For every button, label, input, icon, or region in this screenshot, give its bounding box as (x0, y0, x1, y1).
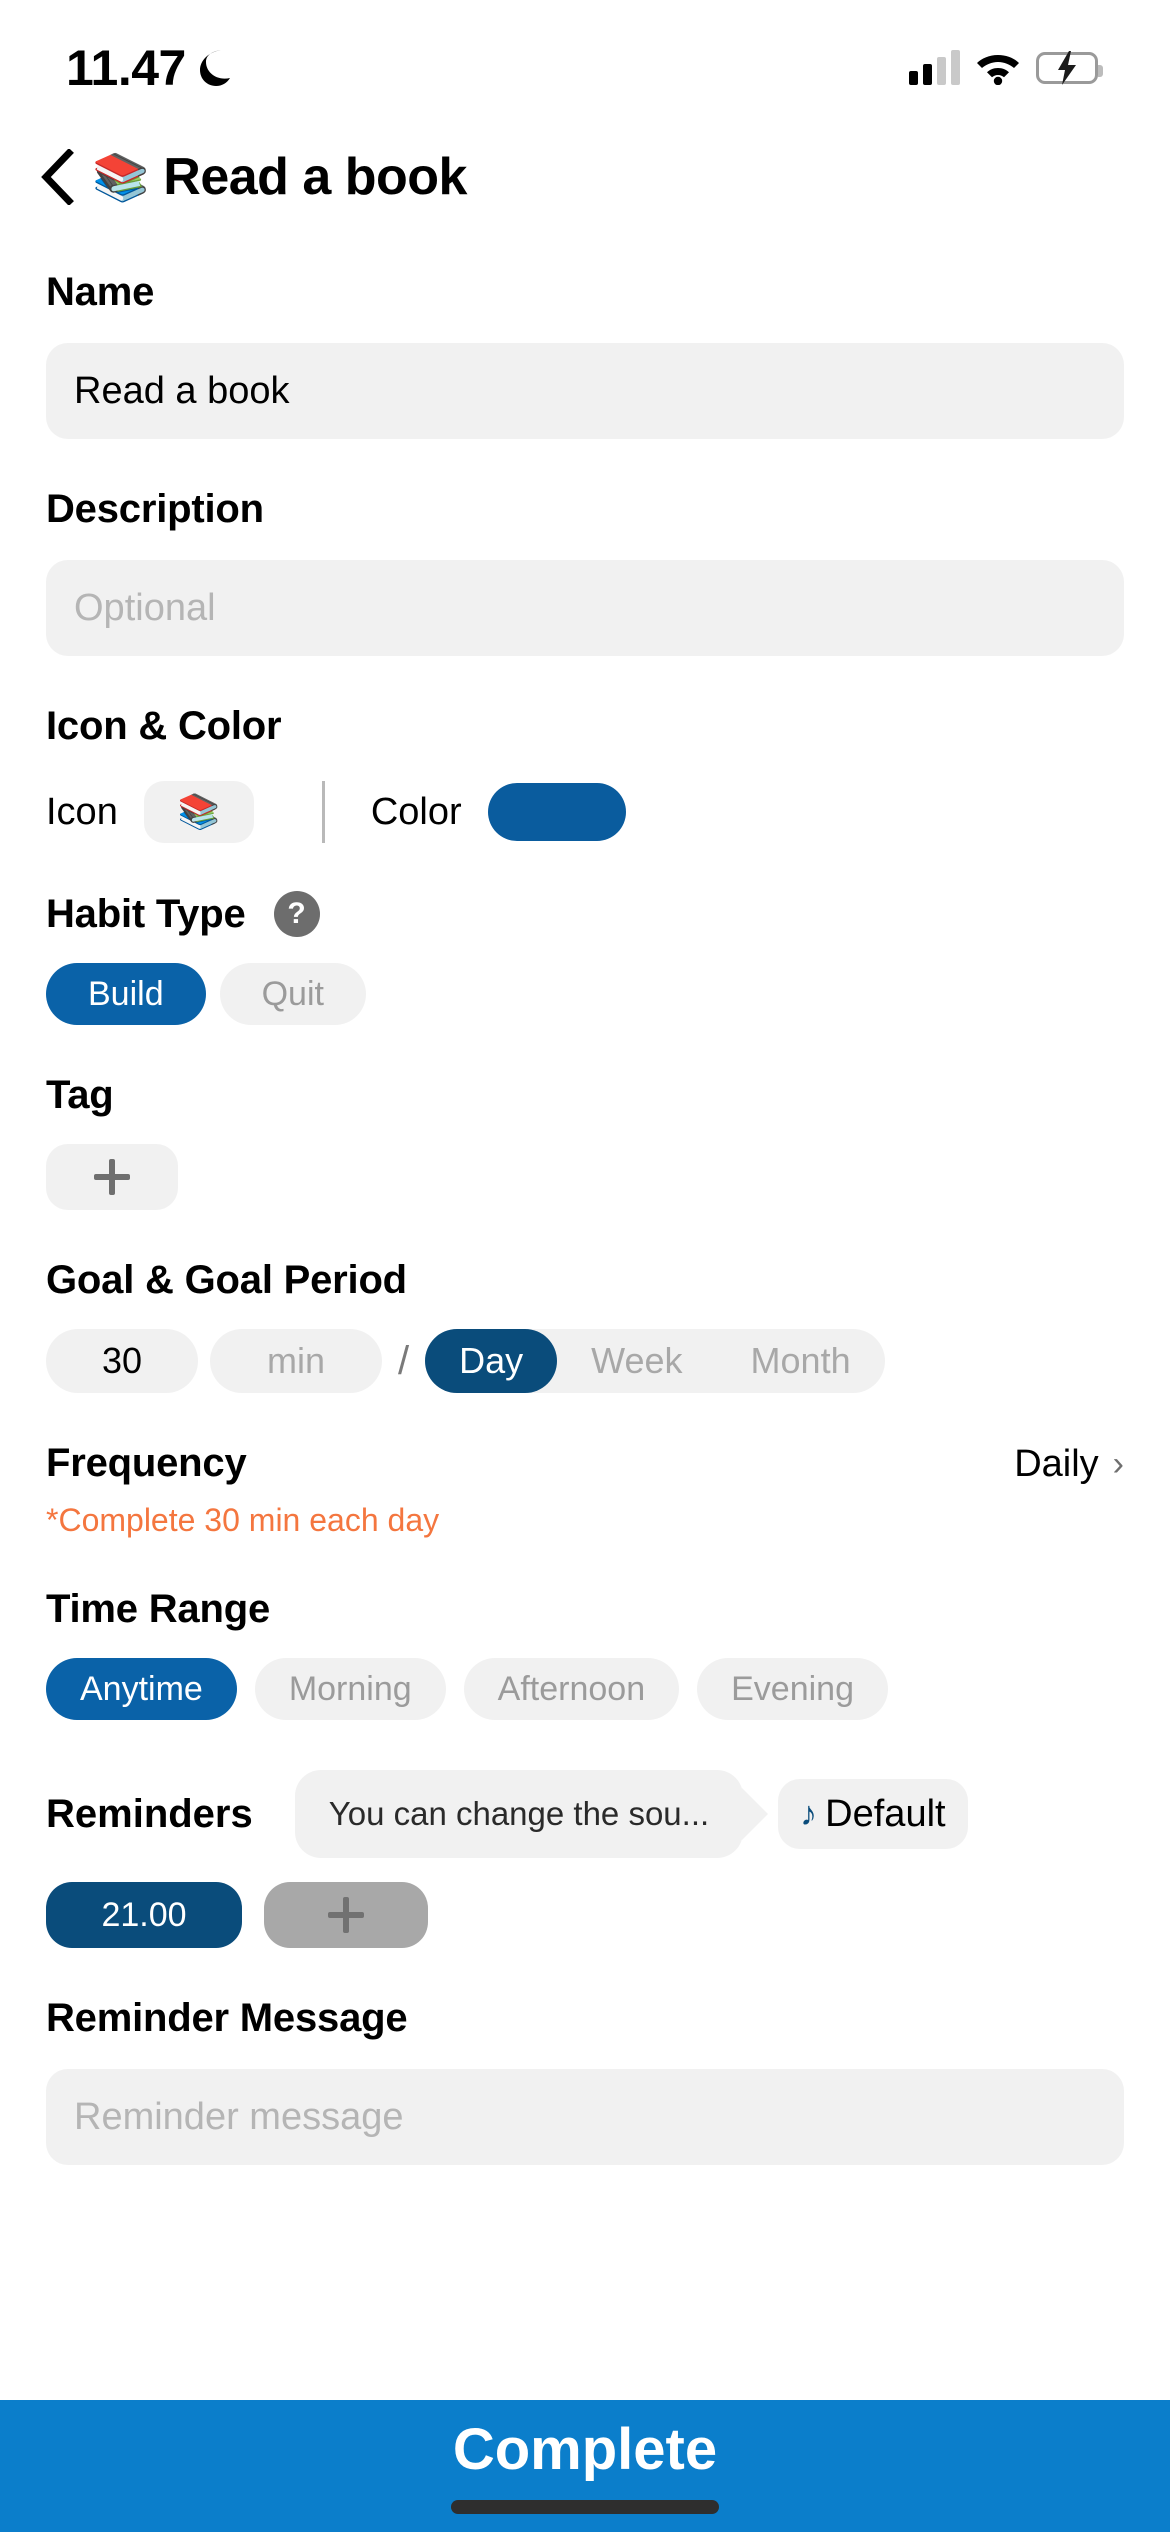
icon-color-row: Icon 📚 Color (46, 781, 1124, 843)
add-tag-button[interactable] (46, 1144, 178, 1210)
goal-row: 30 min / Day Week Month (46, 1329, 1124, 1393)
reminder-sound-tooltip-group: You can change the sou... (294, 1770, 769, 1858)
wifi-icon (977, 55, 1019, 85)
frequency-hint: *Complete 30 min each day (46, 1502, 440, 1538)
reminder-sound-button[interactable]: ♪ Default (778, 1779, 968, 1849)
form-content: Name Read a book Description Optional Ic… (0, 270, 1170, 2165)
goal-period-segmented-control: Day Week Month (425, 1329, 885, 1393)
goal-period-month-option[interactable]: Month (717, 1329, 885, 1393)
status-time: 11.47 (66, 40, 186, 96)
reminder-message-label: Reminder Message (46, 1996, 408, 2040)
time-range-anytime-option[interactable]: Anytime (46, 1658, 237, 1720)
time-range-evening-option[interactable]: Evening (697, 1658, 888, 1720)
reminder-sound-value: Default (825, 1792, 946, 1835)
icon-picker-button[interactable]: 📚 (143, 781, 254, 843)
tag-label: Tag (46, 1073, 114, 1117)
frequency-row[interactable]: Frequency Daily › (46, 1441, 1124, 1486)
goal-unit-select[interactable]: min (210, 1329, 382, 1393)
add-reminder-button[interactable] (264, 1882, 428, 1948)
status-bar-right (909, 50, 1103, 85)
goal-separator: / (398, 1338, 410, 1383)
icon-color-label: Icon & Color (46, 704, 282, 748)
goal-period-day-option[interactable]: Day (425, 1329, 558, 1393)
tooltip-arrow-icon (742, 1788, 769, 1840)
status-bar-left: 11.47 (66, 39, 232, 97)
page-title: Read a book (163, 148, 467, 206)
color-field-label: Color (370, 790, 462, 833)
complete-button-label: Complete (452, 2417, 718, 2482)
habit-type-header: Habit Type ? (46, 891, 1124, 937)
goal-amount-input[interactable]: 30 (46, 1329, 198, 1393)
status-bar: 11.47 (0, 0, 1170, 118)
chevron-right-icon: › (1112, 1445, 1124, 1483)
habit-type-build-button[interactable]: Build (46, 963, 206, 1025)
reminder-message-input[interactable]: Reminder message (46, 2069, 1124, 2165)
help-icon[interactable]: ? (273, 891, 320, 937)
habit-type-quit-button[interactable]: Quit (219, 963, 366, 1025)
battery-charging-icon (1036, 51, 1103, 85)
frequency-value-group[interactable]: Daily › (1014, 1443, 1124, 1486)
icon-color-divider (321, 781, 325, 843)
description-input[interactable]: Optional (46, 560, 1124, 656)
music-note-icon: ♪ (800, 1794, 818, 1833)
goal-label: Goal & Goal Period (46, 1258, 407, 1302)
frequency-value: Daily (1014, 1443, 1099, 1485)
reminders-header: Reminders You can change the sou... ♪ De… (46, 1770, 1124, 1858)
habit-emoji-icon: 📚 (92, 151, 150, 203)
description-label: Description (46, 487, 264, 531)
habit-type-options: Build Quit (46, 963, 1124, 1025)
navigation-bar: 📚 Read a book (0, 118, 1170, 226)
name-label: Name (46, 270, 155, 314)
reminder-time-list: 21.00 (46, 1882, 1124, 1948)
time-range-morning-option[interactable]: Morning (254, 1658, 446, 1720)
complete-button[interactable]: Complete (0, 2400, 1170, 2532)
name-input[interactable]: Read a book (46, 343, 1124, 439)
icon-field-label: Icon (46, 790, 118, 833)
back-chevron-icon[interactable] (40, 149, 74, 205)
plus-icon (94, 1159, 130, 1195)
time-range-label: Time Range (46, 1587, 270, 1631)
habit-edit-screen: 11.47 📚 Read a book Name Read a book Des… (0, 0, 1170, 2532)
reminders-label: Reminders (46, 1791, 253, 1836)
goal-period-week-option[interactable]: Week (557, 1329, 716, 1393)
time-range-afternoon-option[interactable]: Afternoon (463, 1658, 680, 1720)
reminder-time-chip[interactable]: 21.00 (46, 1882, 242, 1948)
frequency-label: Frequency (46, 1441, 247, 1485)
habit-type-label: Habit Type (46, 891, 246, 936)
color-picker-swatch[interactable] (487, 783, 626, 841)
cellular-signal-icon (909, 50, 960, 85)
reminder-sound-tooltip: You can change the sou... (294, 1770, 744, 1858)
plus-icon (328, 1897, 364, 1933)
home-indicator (451, 2500, 719, 2514)
time-range-options: Anytime Morning Afternoon Evening (46, 1658, 1124, 1720)
crescent-moon-icon (199, 50, 230, 86)
